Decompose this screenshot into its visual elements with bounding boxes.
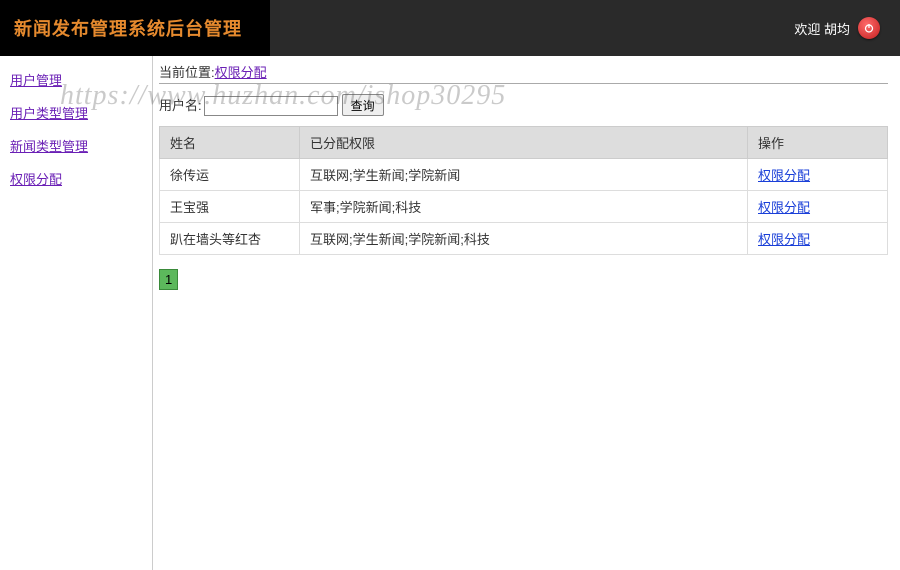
col-header-action: 操作 — [748, 127, 888, 159]
search-button[interactable]: 查询 — [342, 94, 384, 116]
cell-perms: 军事;学院新闻;科技 — [300, 191, 748, 223]
col-header-name: 姓名 — [160, 127, 300, 159]
sidebar-item-news-type-mgmt[interactable]: 新闻类型管理 — [10, 136, 152, 155]
breadcrumb-prefix: 当前位置: — [159, 65, 215, 80]
cell-name: 徐传运 — [160, 159, 300, 191]
welcome-text: 欢迎 胡均 — [794, 19, 850, 38]
sidebar: 用户管理 用户类型管理 新闻类型管理 权限分配 — [0, 56, 153, 570]
cell-name: 王宝强 — [160, 191, 300, 223]
cell-perms: 互联网;学生新闻;学院新闻 — [300, 159, 748, 191]
header-title-wrap: 新闻发布管理系统后台管理 — [0, 0, 270, 56]
table-row: 徐传运 互联网;学生新闻;学院新闻 权限分配 — [160, 159, 888, 191]
cell-perms: 互联网;学生新闻;学院新闻;科技 — [300, 223, 748, 255]
assign-permission-link[interactable]: 权限分配 — [758, 168, 810, 183]
power-icon — [863, 22, 875, 34]
table-row: 趴在墙头等红杏 互联网;学生新闻;学院新闻;科技 权限分配 — [160, 223, 888, 255]
table-row: 王宝强 军事;学院新闻;科技 权限分配 — [160, 191, 888, 223]
assign-permission-link[interactable]: 权限分配 — [758, 200, 810, 215]
permissions-table: 姓名 已分配权限 操作 徐传运 互联网;学生新闻;学院新闻 权限分配 王宝强 军… — [159, 126, 888, 255]
sidebar-item-permission-assign[interactable]: 权限分配 — [10, 169, 152, 188]
breadcrumb-current[interactable]: 权限分配 — [215, 65, 267, 80]
username-input[interactable] — [204, 96, 338, 116]
col-header-perms: 已分配权限 — [300, 127, 748, 159]
page-current[interactable]: 1 — [159, 269, 178, 290]
logout-button[interactable] — [858, 17, 880, 39]
breadcrumb: 当前位置:权限分配 — [159, 62, 888, 81]
sidebar-item-user-mgmt[interactable]: 用户管理 — [10, 70, 152, 89]
search-label: 用户名: — [159, 98, 202, 113]
sidebar-item-user-type-mgmt[interactable]: 用户类型管理 — [10, 103, 152, 122]
header: 新闻发布管理系统后台管理 欢迎 胡均 — [0, 0, 900, 56]
main-content: 当前位置:权限分配 用户名:查询 姓名 已分配权限 操作 徐传运 互联网;学生新… — [153, 56, 900, 570]
pagination: 1 — [159, 269, 888, 290]
header-right: 欢迎 胡均 — [794, 17, 880, 39]
search-toolbar: 用户名: 查询 — [159, 94, 888, 116]
app-title: 新闻发布管理系统后台管理 — [14, 15, 242, 41]
assign-permission-link[interactable]: 权限分配 — [758, 232, 810, 247]
divider — [159, 83, 888, 84]
cell-name: 趴在墙头等红杏 — [160, 223, 300, 255]
